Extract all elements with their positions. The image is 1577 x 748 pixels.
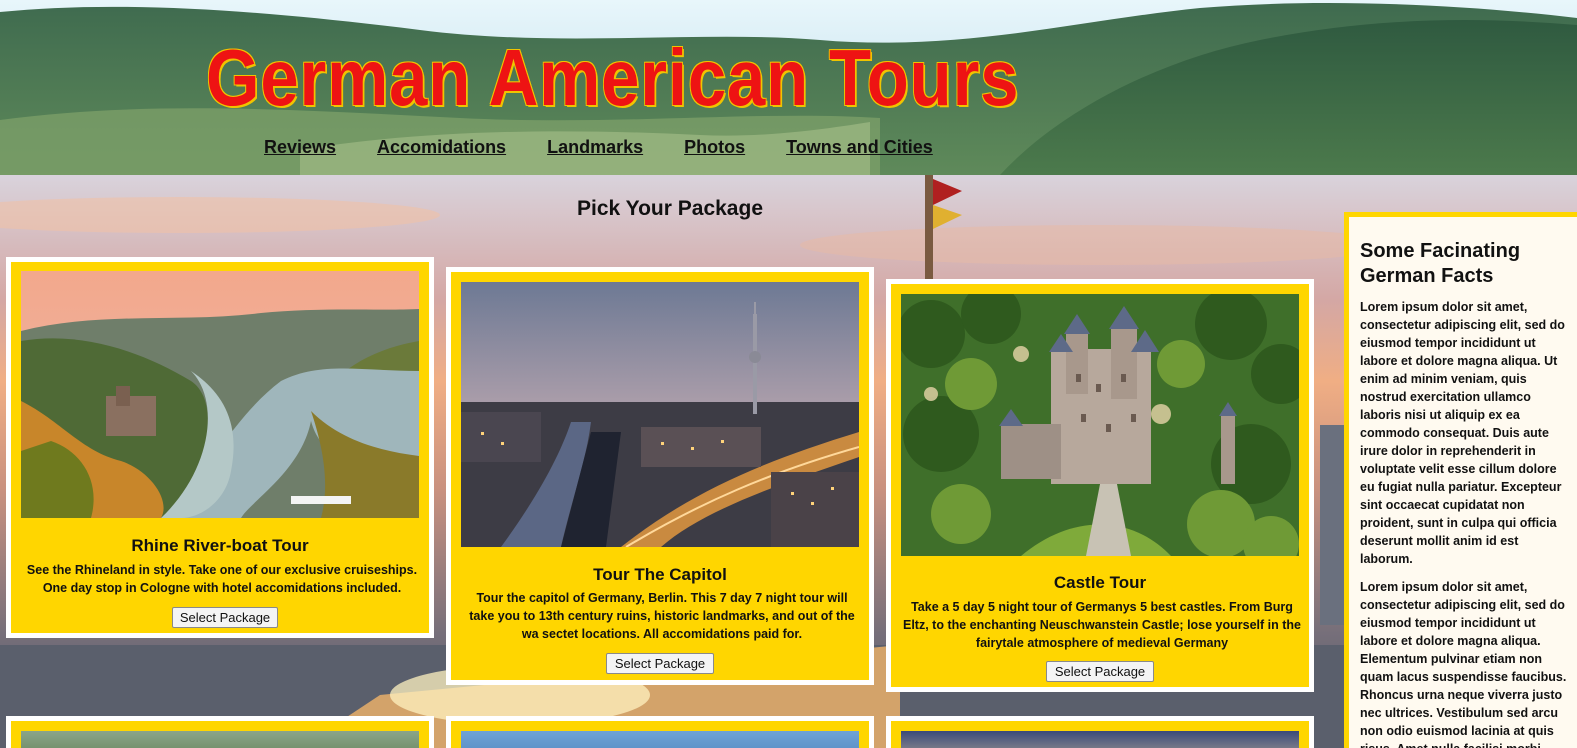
main-nav: Reviews Accomidations Landmarks Photos T… (264, 137, 974, 158)
package-card-partial-3 (886, 716, 1314, 748)
facts-title: Some Facinating German Facts (1360, 240, 1521, 287)
nav-link-photos[interactable]: Photos (684, 137, 745, 158)
package-card-rhine: Rhine River-boat Tour See the Rhineland … (6, 257, 434, 638)
card-description: Take a 5 day 5 night tour of Germanys 5 … (903, 600, 1301, 650)
select-package-button-capitol[interactable]: Select Package (606, 653, 714, 674)
card-title: Tour The Capitol (593, 565, 727, 584)
section-title: Pick Your Package (577, 197, 763, 220)
package-card-capitol: Tour The Capitol Tour the capitol of Ger… (446, 267, 874, 685)
card-photo-partial (21, 731, 419, 748)
package-card-castle: Castle Tour Take a 5 day 5 night tour of… (886, 279, 1314, 692)
card-description: See the Rhineland in style. Take one of … (26, 563, 418, 595)
nav-link-accomidations[interactable]: Accomidations (377, 137, 506, 158)
card-title: Rhine River-boat Tour (131, 536, 309, 555)
facts-sidebar: Some Facinating German Facts Lorem ipsum… (1344, 212, 1577, 748)
header-banner: German American Tours Reviews Accomidati… (0, 0, 1577, 175)
package-card-partial-2 (446, 716, 874, 748)
card-title: Castle Tour (1053, 573, 1147, 592)
castle-photo (901, 294, 1299, 556)
card-photo-partial (461, 731, 859, 748)
select-package-button-rhine[interactable]: Select Package (172, 607, 278, 628)
facts-paragraph: Lorem ipsum dolor sit amet, consectetur … (1360, 300, 1565, 566)
nav-link-landmarks[interactable]: Landmarks (547, 137, 643, 158)
berlin-photo (461, 282, 859, 547)
nav-link-towns-and-cities[interactable]: Towns and Cities (786, 137, 933, 158)
card-description: Tour the capitol of Germany, Berlin. Thi… (469, 591, 855, 641)
nav-link-reviews[interactable]: Reviews (264, 137, 336, 158)
card-photo-partial (901, 731, 1299, 748)
package-card-partial-1 (6, 716, 434, 748)
facts-paragraph: Lorem ipsum dolor sit amet, consectetur … (1360, 580, 1567, 748)
rhine-river-photo (21, 271, 419, 518)
select-package-button-castle[interactable]: Select Package (1046, 661, 1154, 682)
site-title: German American Tours (206, 33, 1020, 122)
